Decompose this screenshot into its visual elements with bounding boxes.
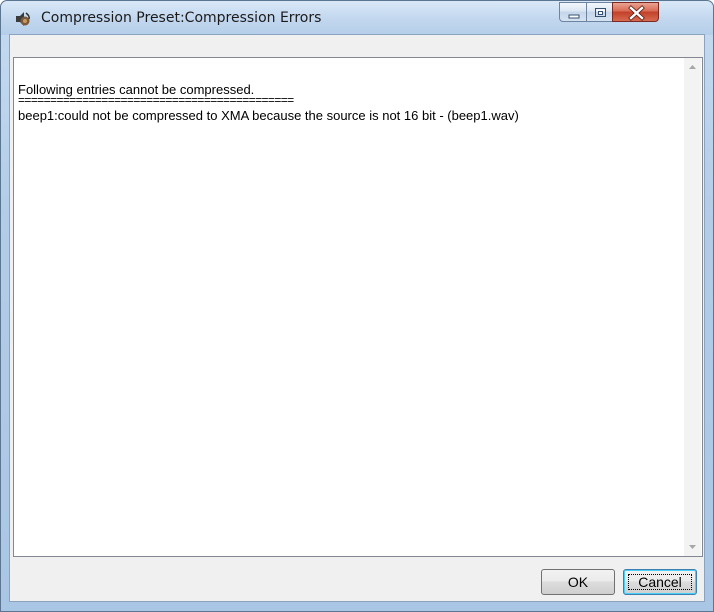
maximize-icon [595,8,606,17]
arrow-down-icon [689,545,696,549]
maximize-button[interactable] [586,2,613,22]
sound-app-icon [16,12,30,26]
scroll-up-button[interactable] [684,58,701,75]
log-separator: ========================================… [18,93,294,107]
focus-rectangle [628,574,692,590]
ok-button[interactable]: OK [541,569,615,595]
dialog-window: Compression Preset:Compression Errors Fo… [0,0,714,612]
title-bar[interactable]: Compression Preset:Compression Errors [1,1,713,35]
scroll-down-button[interactable] [684,539,701,556]
close-icon [628,5,645,21]
arrow-up-icon [689,65,696,69]
error-log-textbox[interactable]: Following entries cannot be compressed. … [13,57,703,557]
vertical-scrollbar[interactable] [684,58,701,556]
minimize-icon [568,14,580,19]
close-button[interactable] [612,2,659,22]
log-line: beep1:could not be compressed to XMA bec… [18,108,519,123]
cancel-button[interactable]: Cancel [623,569,697,595]
window-title: Compression Preset:Compression Errors [41,10,322,26]
error-log-text[interactable]: Following entries cannot be compressed. … [15,58,683,556]
minimize-button[interactable] [559,2,587,22]
